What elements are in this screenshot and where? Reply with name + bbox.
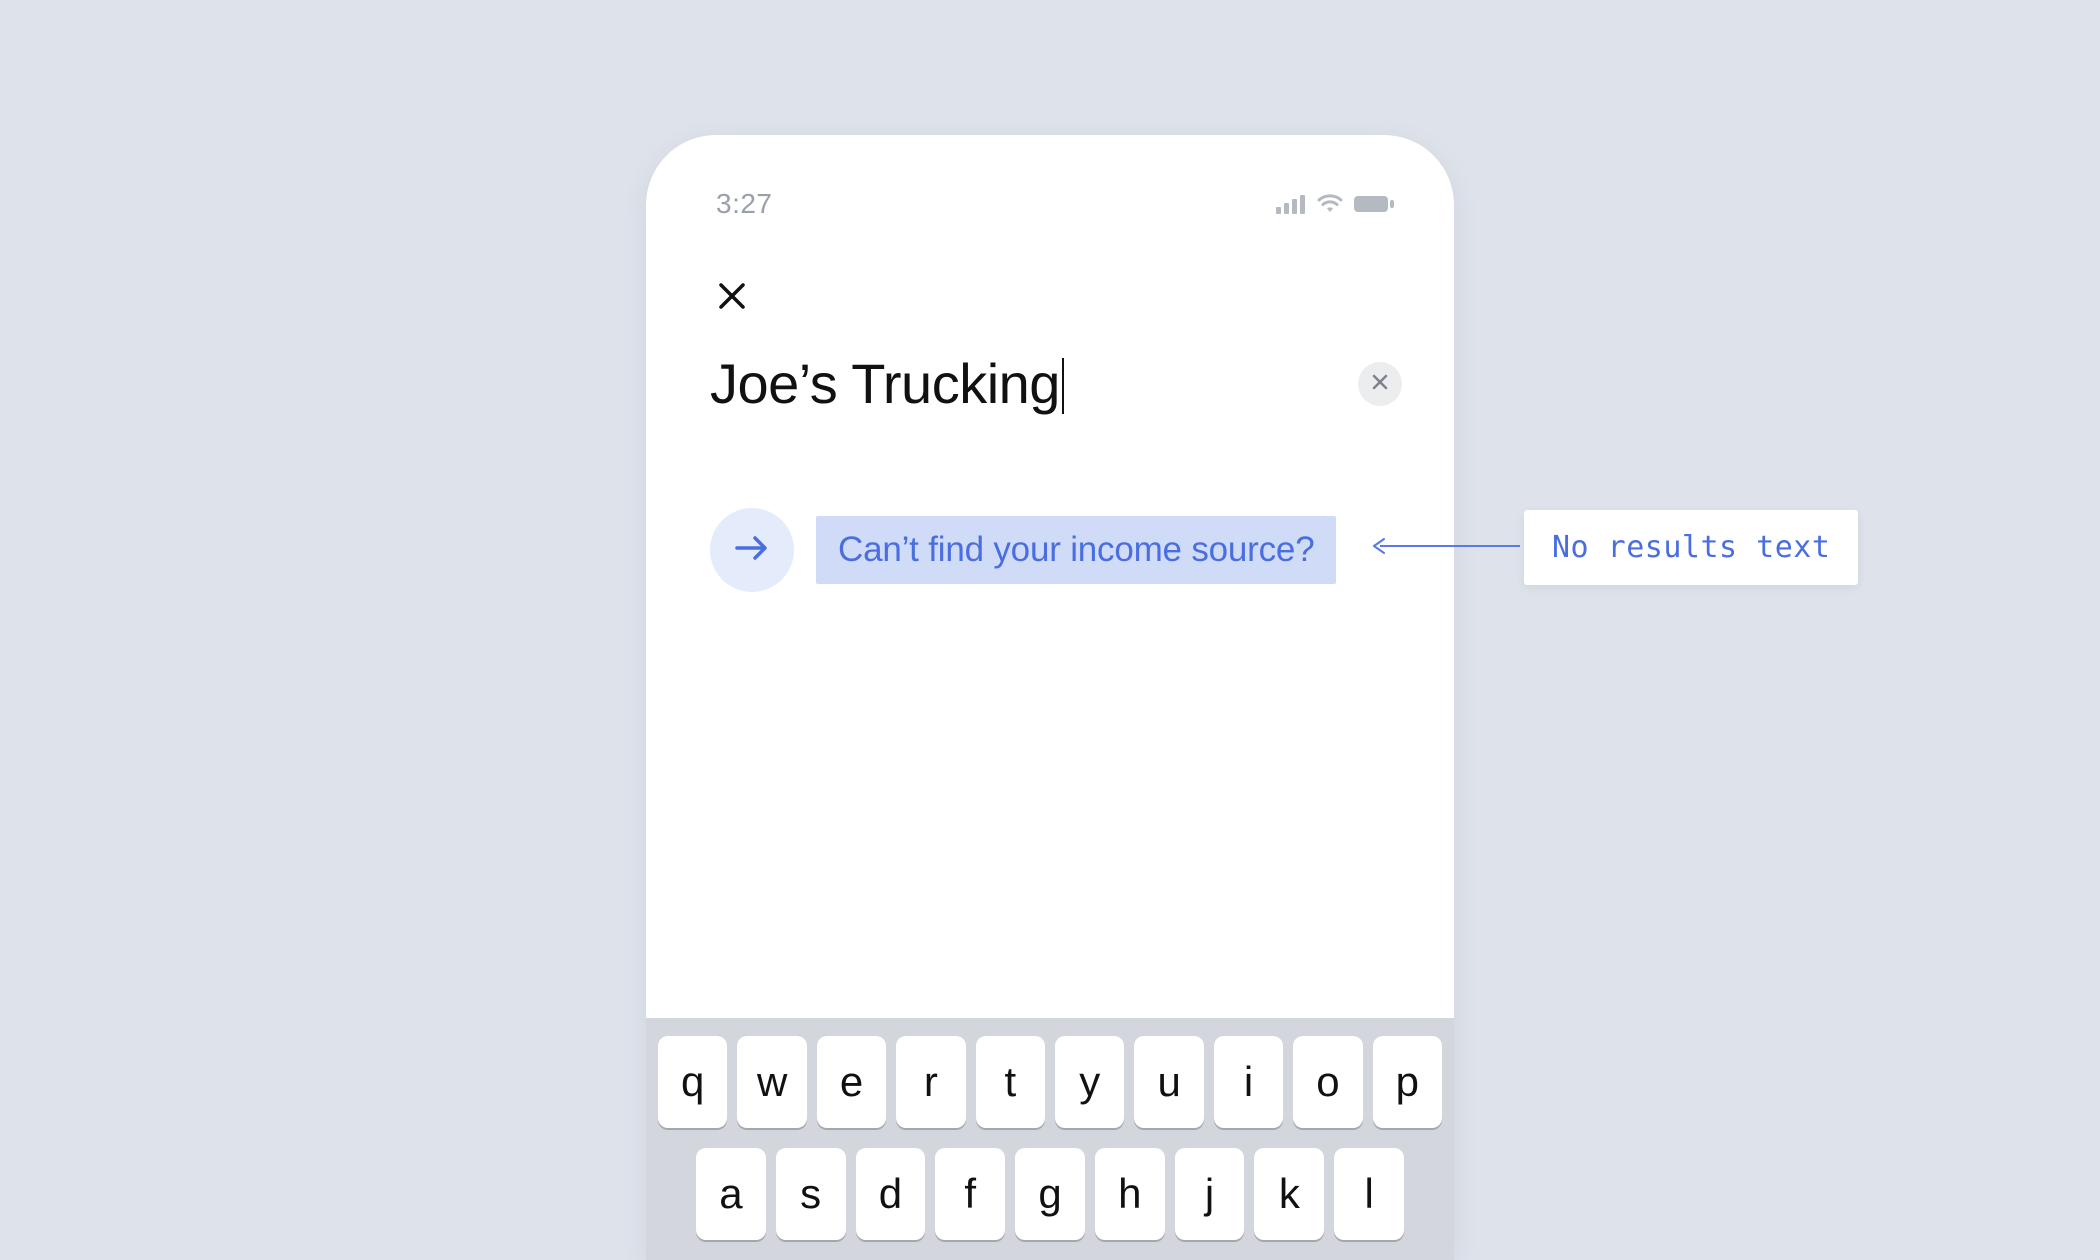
key-k[interactable]: k	[1254, 1148, 1324, 1240]
battery-icon	[1354, 195, 1394, 213]
close-icon	[717, 281, 747, 316]
search-value: Joe’s Trucking	[710, 356, 1060, 412]
no-results-arrow-button[interactable]	[710, 508, 794, 592]
key-o[interactable]: o	[1293, 1036, 1362, 1128]
arrow-right-icon	[734, 534, 770, 567]
no-results-row: Can’t find your income source?	[646, 414, 1454, 592]
key-d[interactable]: d	[856, 1148, 926, 1240]
clear-search-button[interactable]	[1358, 362, 1402, 406]
key-y[interactable]: y	[1055, 1036, 1124, 1128]
key-q[interactable]: q	[658, 1036, 727, 1128]
key-h[interactable]: h	[1095, 1148, 1165, 1240]
cellular-icon	[1276, 194, 1306, 214]
key-f[interactable]: f	[935, 1148, 1005, 1240]
text-caret	[1062, 358, 1064, 414]
key-a[interactable]: a	[696, 1148, 766, 1240]
phone-frame: 3:27	[646, 135, 1454, 1260]
annotation-pointer-arrow	[1372, 538, 1390, 559]
no-results-link[interactable]: Can’t find your income source?	[816, 516, 1336, 584]
wifi-icon	[1316, 194, 1344, 214]
status-icons	[1276, 194, 1394, 214]
key-j[interactable]: j	[1175, 1148, 1245, 1240]
search-input[interactable]: Joe’s Trucking	[646, 318, 1454, 414]
key-s[interactable]: s	[776, 1148, 846, 1240]
key-i[interactable]: i	[1214, 1036, 1283, 1128]
key-r[interactable]: r	[896, 1036, 965, 1128]
annotation-label: No results text	[1524, 510, 1858, 585]
key-p[interactable]: p	[1373, 1036, 1442, 1128]
close-button[interactable]	[712, 278, 752, 318]
key-l[interactable]: l	[1334, 1148, 1404, 1240]
annotation-pointer-line	[1380, 545, 1520, 547]
key-e[interactable]: e	[817, 1036, 886, 1128]
key-g[interactable]: g	[1015, 1148, 1085, 1240]
key-t[interactable]: t	[976, 1036, 1045, 1128]
status-time: 3:27	[716, 188, 773, 220]
key-w[interactable]: w	[737, 1036, 806, 1128]
close-icon	[1371, 373, 1389, 396]
status-bar: 3:27	[646, 135, 1454, 230]
no-results-link-text: Can’t find your income source?	[838, 530, 1314, 569]
key-u[interactable]: u	[1134, 1036, 1203, 1128]
keyboard: qwertyuiop asdfghjkl	[646, 1018, 1454, 1260]
annotation-label-text: No results text	[1552, 530, 1830, 565]
